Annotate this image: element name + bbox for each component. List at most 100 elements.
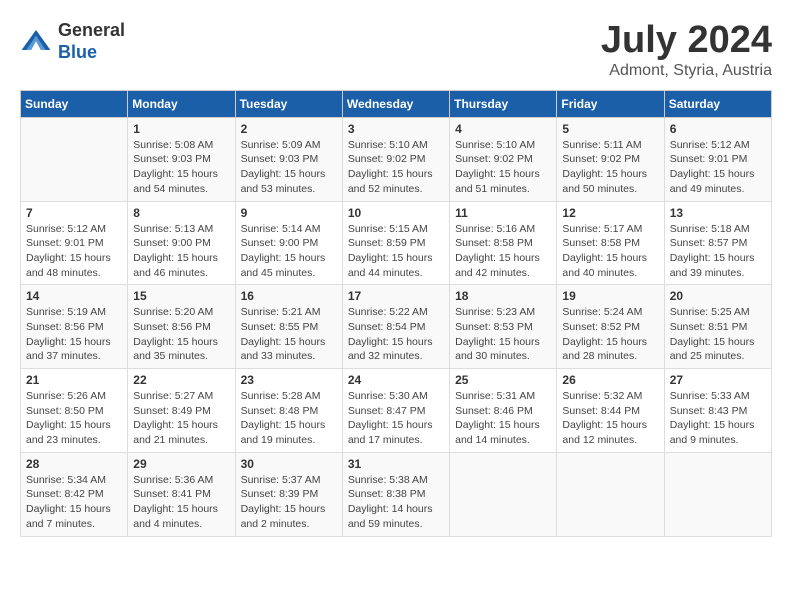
- calendar-cell: 8 Sunrise: 5:13 AMSunset: 9:00 PMDaylight…: [128, 201, 235, 285]
- day-info: Sunrise: 5:17 AMSunset: 8:58 PMDaylight:…: [562, 222, 658, 281]
- logo-blue: Blue: [58, 42, 97, 62]
- day-info: Sunrise: 5:26 AMSunset: 8:50 PMDaylight:…: [26, 389, 122, 448]
- day-number: 7: [26, 206, 122, 220]
- calendar-cell: 16 Sunrise: 5:21 AMSunset: 8:55 PMDayligh…: [235, 285, 342, 369]
- column-header-friday: Friday: [557, 90, 664, 117]
- day-info: Sunrise: 5:21 AMSunset: 8:55 PMDaylight:…: [241, 305, 337, 364]
- calendar-cell: 6 Sunrise: 5:12 AMSunset: 9:01 PMDaylight…: [664, 117, 771, 201]
- column-header-wednesday: Wednesday: [342, 90, 449, 117]
- calendar-cell: 13 Sunrise: 5:18 AMSunset: 8:57 PMDayligh…: [664, 201, 771, 285]
- column-header-thursday: Thursday: [450, 90, 557, 117]
- day-number: 11: [455, 206, 551, 220]
- day-number: 4: [455, 122, 551, 136]
- day-number: 6: [670, 122, 766, 136]
- day-info: Sunrise: 5:12 AMSunset: 9:01 PMDaylight:…: [670, 138, 766, 197]
- logo-icon: [20, 26, 52, 58]
- day-number: 28: [26, 457, 122, 471]
- calendar-header-row: SundayMondayTuesdayWednesdayThursdayFrid…: [21, 90, 772, 117]
- day-number: 25: [455, 373, 551, 387]
- day-number: 21: [26, 373, 122, 387]
- calendar-cell: 27 Sunrise: 5:33 AMSunset: 8:43 PMDayligh…: [664, 369, 771, 453]
- day-info: Sunrise: 5:37 AMSunset: 8:39 PMDaylight:…: [241, 473, 337, 532]
- calendar-cell: 25 Sunrise: 5:31 AMSunset: 8:46 PMDayligh…: [450, 369, 557, 453]
- calendar-cell: 11 Sunrise: 5:16 AMSunset: 8:58 PMDayligh…: [450, 201, 557, 285]
- day-number: 12: [562, 206, 658, 220]
- calendar-cell: 24 Sunrise: 5:30 AMSunset: 8:47 PMDayligh…: [342, 369, 449, 453]
- logo: General Blue: [20, 20, 125, 63]
- day-number: 1: [133, 122, 229, 136]
- calendar-cell: 20Sunrise: 5:25 AMSunset: 8:51 PMDayligh…: [664, 285, 771, 369]
- day-number: 31: [348, 457, 444, 471]
- day-info: Sunrise: 5:25 AMSunset: 8:51 PMDaylight:…: [670, 305, 766, 364]
- calendar-cell: 7 Sunrise: 5:12 AMSunset: 9:01 PMDaylight…: [21, 201, 128, 285]
- day-info: Sunrise: 5:19 AMSunset: 8:56 PMDaylight:…: [26, 305, 122, 364]
- day-info: Sunrise: 5:09 AMSunset: 9:03 PMDaylight:…: [241, 138, 337, 197]
- day-number: 27: [670, 373, 766, 387]
- calendar-cell: 22 Sunrise: 5:27 AMSunset: 8:49 PMDayligh…: [128, 369, 235, 453]
- calendar-cell: 2Sunrise: 5:09 AMSunset: 9:03 PMDaylight…: [235, 117, 342, 201]
- day-info: Sunrise: 5:32 AMSunset: 8:44 PMDaylight:…: [562, 389, 658, 448]
- day-number: 17: [348, 289, 444, 303]
- day-info: Sunrise: 5:12 AMSunset: 9:01 PMDaylight:…: [26, 222, 122, 281]
- day-number: 16: [241, 289, 337, 303]
- calendar-cell: 18Sunrise: 5:23 AMSunset: 8:53 PMDayligh…: [450, 285, 557, 369]
- day-number: 13: [670, 206, 766, 220]
- calendar-cell: 5Sunrise: 5:11 AMSunset: 9:02 PMDaylight…: [557, 117, 664, 201]
- calendar-cell: [557, 452, 664, 536]
- day-info: Sunrise: 5:33 AMSunset: 8:43 PMDaylight:…: [670, 389, 766, 448]
- calendar-cell: [21, 117, 128, 201]
- week-row-5: 28 Sunrise: 5:34 AMSunset: 8:42 PMDayligh…: [21, 452, 772, 536]
- calendar-cell: 9Sunrise: 5:14 AMSunset: 9:00 PMDaylight…: [235, 201, 342, 285]
- column-header-monday: Monday: [128, 90, 235, 117]
- day-number: 22: [133, 373, 229, 387]
- calendar-cell: 29 Sunrise: 5:36 AMSunset: 8:41 PMDayligh…: [128, 452, 235, 536]
- calendar-cell: 26Sunrise: 5:32 AMSunset: 8:44 PMDayligh…: [557, 369, 664, 453]
- column-header-tuesday: Tuesday: [235, 90, 342, 117]
- day-number: 24: [348, 373, 444, 387]
- day-info: Sunrise: 5:24 AMSunset: 8:52 PMDaylight:…: [562, 305, 658, 364]
- calendar-cell: [450, 452, 557, 536]
- day-info: Sunrise: 5:11 AMSunset: 9:02 PMDaylight:…: [562, 138, 658, 197]
- logo-text: General Blue: [58, 20, 125, 63]
- calendar-cell: 4Sunrise: 5:10 AMSunset: 9:02 PMDaylight…: [450, 117, 557, 201]
- day-info: Sunrise: 5:31 AMSunset: 8:46 PMDaylight:…: [455, 389, 551, 448]
- day-number: 30: [241, 457, 337, 471]
- day-info: Sunrise: 5:27 AMSunset: 8:49 PMDaylight:…: [133, 389, 229, 448]
- title-area: July 2024 Admont, Styria, Austria: [601, 20, 772, 80]
- day-info: Sunrise: 5:38 AMSunset: 8:38 PMDaylight:…: [348, 473, 444, 532]
- week-row-1: 1 Sunrise: 5:08 AMSunset: 9:03 PMDaylight…: [21, 117, 772, 201]
- day-info: Sunrise: 5:14 AMSunset: 9:00 PMDaylight:…: [241, 222, 337, 281]
- day-info: Sunrise: 5:10 AMSunset: 9:02 PMDaylight:…: [348, 138, 444, 197]
- main-title: July 2024: [601, 20, 772, 62]
- day-info: Sunrise: 5:30 AMSunset: 8:47 PMDaylight:…: [348, 389, 444, 448]
- day-info: Sunrise: 5:22 AMSunset: 8:54 PMDaylight:…: [348, 305, 444, 364]
- day-number: 3: [348, 122, 444, 136]
- day-number: 8: [133, 206, 229, 220]
- day-info: Sunrise: 5:36 AMSunset: 8:41 PMDaylight:…: [133, 473, 229, 532]
- day-info: Sunrise: 5:08 AMSunset: 9:03 PMDaylight:…: [133, 138, 229, 197]
- calendar-cell: 30 Sunrise: 5:37 AMSunset: 8:39 PMDayligh…: [235, 452, 342, 536]
- day-info: Sunrise: 5:34 AMSunset: 8:42 PMDaylight:…: [26, 473, 122, 532]
- week-row-2: 7 Sunrise: 5:12 AMSunset: 9:01 PMDaylight…: [21, 201, 772, 285]
- calendar-table: SundayMondayTuesdayWednesdayThursdayFrid…: [20, 90, 772, 537]
- calendar-cell: 31 Sunrise: 5:38 AMSunset: 8:38 PMDayligh…: [342, 452, 449, 536]
- subtitle: Admont, Styria, Austria: [601, 62, 772, 80]
- week-row-3: 14 Sunrise: 5:19 AMSunset: 8:56 PMDayligh…: [21, 285, 772, 369]
- day-number: 15: [133, 289, 229, 303]
- day-number: 19: [562, 289, 658, 303]
- day-info: Sunrise: 5:13 AMSunset: 9:00 PMDaylight:…: [133, 222, 229, 281]
- page-header: General Blue July 2024 Admont, Styria, A…: [20, 20, 772, 80]
- calendar-cell: [664, 452, 771, 536]
- day-number: 23: [241, 373, 337, 387]
- day-number: 10: [348, 206, 444, 220]
- day-info: Sunrise: 5:28 AMSunset: 8:48 PMDaylight:…: [241, 389, 337, 448]
- calendar-cell: 15Sunrise: 5:20 AMSunset: 8:56 PMDayligh…: [128, 285, 235, 369]
- day-number: 18: [455, 289, 551, 303]
- calendar-cell: 10Sunrise: 5:15 AMSunset: 8:59 PMDayligh…: [342, 201, 449, 285]
- logo-general: General: [58, 20, 125, 40]
- day-number: 29: [133, 457, 229, 471]
- day-info: Sunrise: 5:18 AMSunset: 8:57 PMDaylight:…: [670, 222, 766, 281]
- calendar-body: 1 Sunrise: 5:08 AMSunset: 9:03 PMDaylight…: [21, 117, 772, 536]
- day-number: 14: [26, 289, 122, 303]
- day-info: Sunrise: 5:16 AMSunset: 8:58 PMDaylight:…: [455, 222, 551, 281]
